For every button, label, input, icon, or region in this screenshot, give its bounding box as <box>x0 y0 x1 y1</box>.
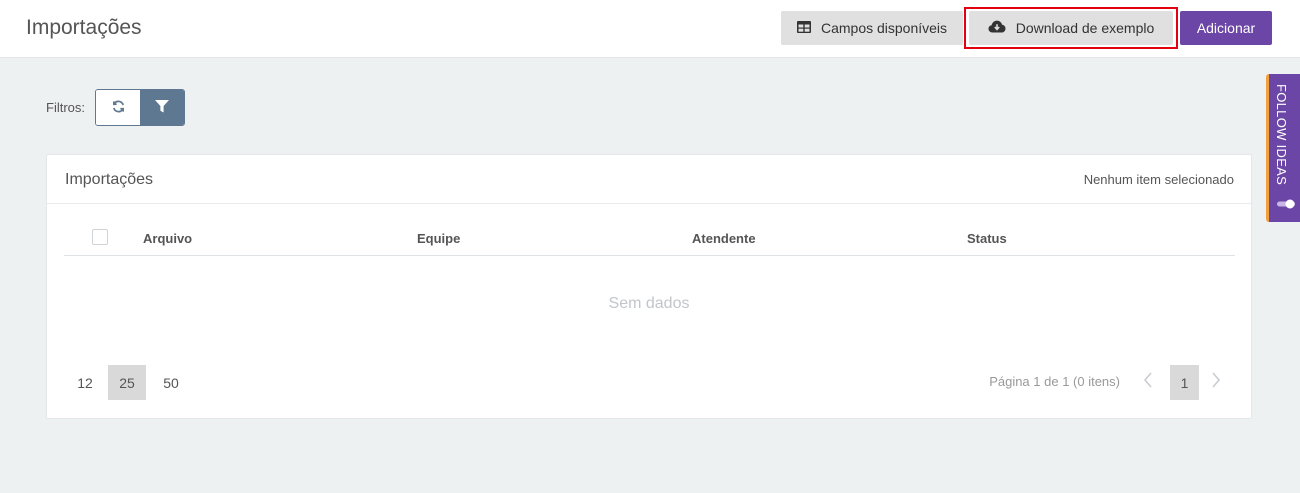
download-exemplo-label: Download de exemplo <box>1015 20 1155 36</box>
page-size-25[interactable]: 25 <box>108 365 146 400</box>
table-header: Arquivo Equipe Atendente Status <box>64 225 1235 256</box>
page-size-50[interactable]: 50 <box>152 365 190 400</box>
column-header-status[interactable]: Status <box>967 231 1007 246</box>
next-page-button[interactable] <box>1209 371 1223 393</box>
table-icon <box>796 20 811 36</box>
filter-button[interactable] <box>140 90 184 125</box>
select-all-checkbox[interactable] <box>92 229 108 245</box>
column-header-arquivo[interactable]: Arquivo <box>143 231 192 246</box>
top-header: Importações Campos disponíveis Download … <box>0 0 1300 58</box>
download-exemplo-button[interactable]: Download de exemplo <box>969 11 1173 45</box>
page-number-1[interactable]: 1 <box>1170 365 1199 400</box>
selection-status: Nenhum item selecionado <box>1083 172 1234 187</box>
page-title: Importações <box>26 16 142 39</box>
chevron-right-icon <box>1211 371 1221 393</box>
page-size-12[interactable]: 12 <box>66 365 104 400</box>
card-divider <box>47 203 1251 204</box>
adicionar-button[interactable]: Adicionar <box>1180 11 1272 45</box>
filter-button-group <box>95 89 185 126</box>
campos-disponiveis-button[interactable]: Campos disponíveis <box>781 11 963 45</box>
refresh-icon <box>112 100 125 116</box>
refresh-button[interactable] <box>96 90 140 125</box>
pagination-info: Página 1 de 1 (0 itens) <box>989 374 1120 389</box>
funnel-icon <box>155 99 169 116</box>
importacoes-card: Importações Nenhum item selecionado Arqu… <box>46 154 1252 419</box>
campos-disponiveis-label: Campos disponíveis <box>820 20 948 36</box>
column-header-atendente[interactable]: Atendente <box>692 231 756 246</box>
column-header-equipe[interactable]: Equipe <box>417 231 460 246</box>
card-title: Importações <box>65 171 154 188</box>
follow-ideas-tab[interactable]: FOLLOW IDEAS <box>1266 74 1300 222</box>
cloud-download-icon <box>988 20 1006 36</box>
toggle-icon <box>1277 196 1295 209</box>
follow-ideas-label: FOLLOW IDEAS <box>1274 84 1289 186</box>
previous-page-button[interactable] <box>1141 371 1155 393</box>
filters-label: Filtros: <box>46 100 85 115</box>
chevron-left-icon <box>1143 371 1153 393</box>
empty-state-text: Sem dados <box>608 295 690 312</box>
